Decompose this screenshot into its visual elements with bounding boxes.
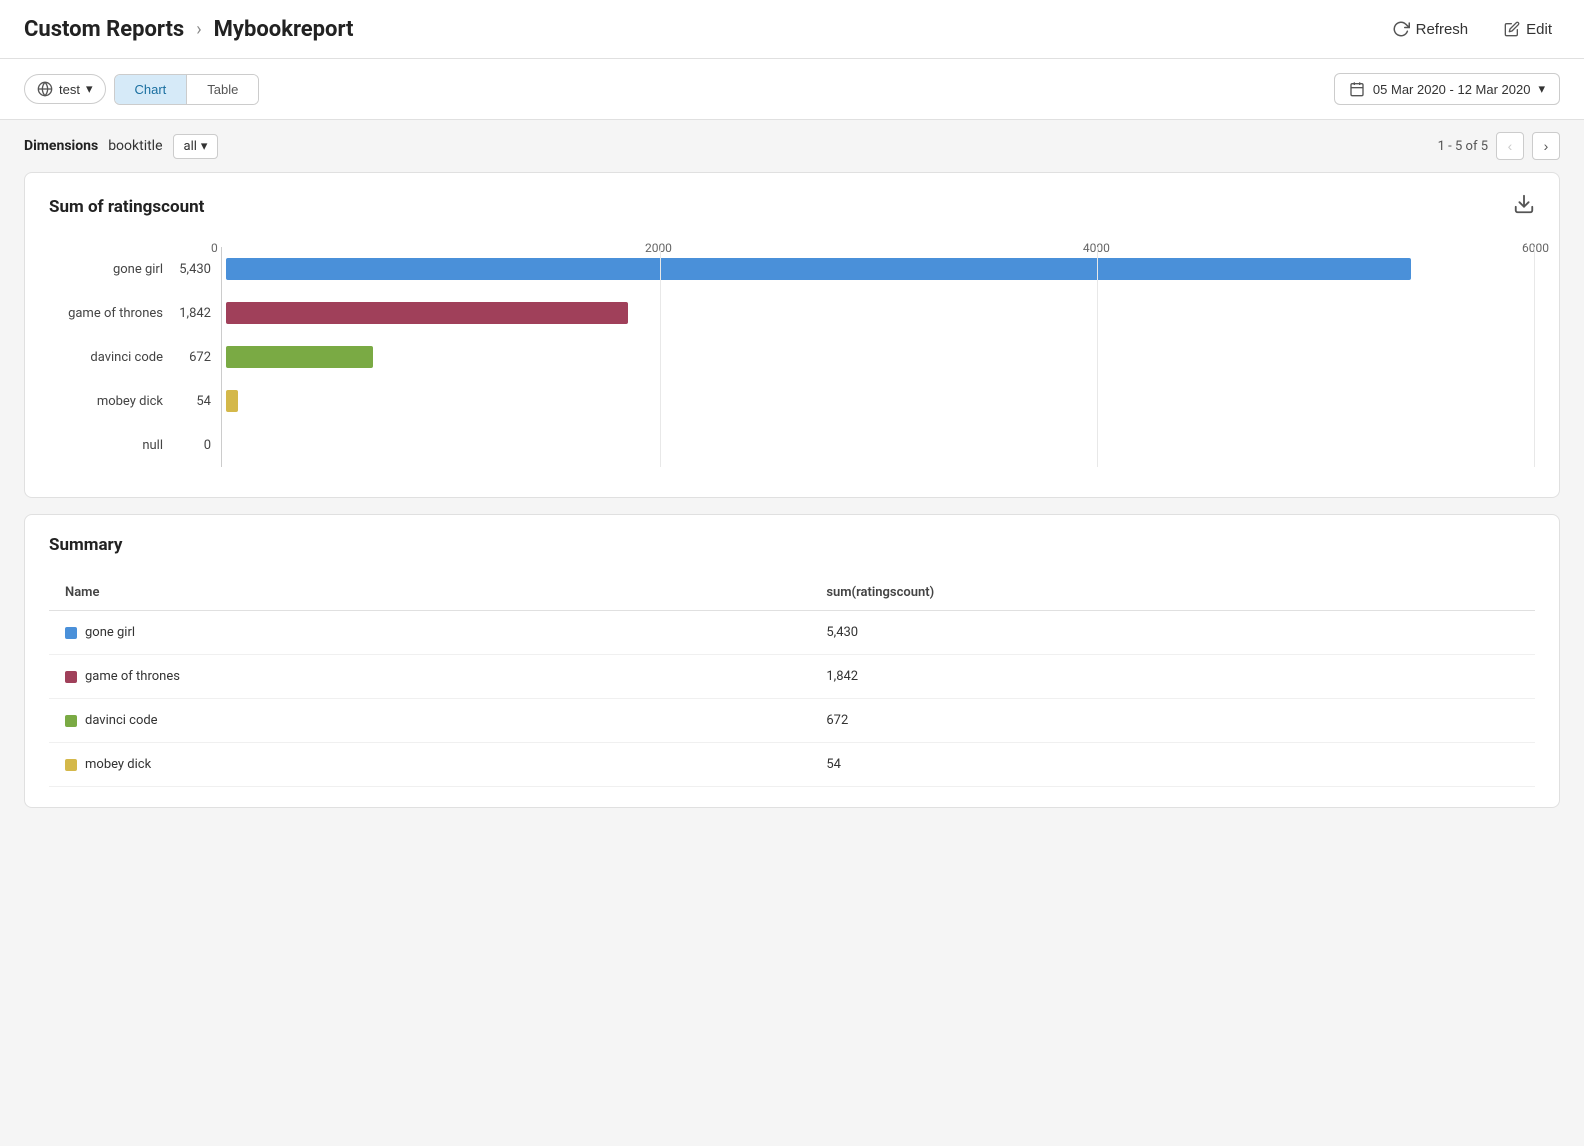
dimensions-field: booktitle xyxy=(108,138,162,154)
date-range-label: 05 Mar 2020 - 12 Mar 2020 xyxy=(1373,82,1531,97)
summary-name-cell: davinci code xyxy=(49,699,810,743)
summary-row: mobey dick 54 xyxy=(49,743,1535,787)
summary-row: davinci code 672 xyxy=(49,699,1535,743)
next-page-button[interactable]: › xyxy=(1532,132,1560,160)
date-range-selector[interactable]: 05 Mar 2020 - 12 Mar 2020 ▾ xyxy=(1334,73,1560,105)
chart-body: gone girl 5,430 game of thrones 1,842 da… xyxy=(49,247,1535,467)
chart-bars-area xyxy=(221,247,1535,467)
breadcrumb: Custom Reports › Mybookreport xyxy=(24,17,354,42)
summary-name-cell: gone girl xyxy=(49,611,810,655)
summary-value: 5,430 xyxy=(810,611,1535,655)
date-dropdown-arrow: ▾ xyxy=(1538,81,1545,97)
bar-row-3 xyxy=(222,379,1535,423)
summary-name-cell: mobey dick xyxy=(49,743,810,787)
summary-card: Summary Name sum(ratingscount) gone girl… xyxy=(24,514,1560,808)
chart-title: Sum of ratingscount xyxy=(49,197,204,217)
dimensions-label: Dimensions xyxy=(24,138,98,154)
breadcrumb-main[interactable]: Custom Reports xyxy=(24,17,184,42)
summary-name: game of thrones xyxy=(85,669,180,684)
summary-card-header: Summary xyxy=(49,535,1535,555)
bar-value-4: 0 xyxy=(169,438,221,453)
toolbar-left: test ▾ Chart Table xyxy=(24,74,259,105)
dimensions-bar: Dimensions booktitle all ▾ 1 - 5 of 5 ‹ … xyxy=(0,120,1584,172)
bar-label-3: mobey dick xyxy=(59,394,169,409)
summary-name: mobey dick xyxy=(85,757,151,772)
color-indicator xyxy=(65,671,77,683)
bar-value-3: 54 xyxy=(169,394,221,409)
summary-value: 672 xyxy=(810,699,1535,743)
summary-row: game of thrones 1,842 xyxy=(49,655,1535,699)
header-actions: Refresh Edit xyxy=(1384,16,1560,42)
color-indicator xyxy=(65,627,77,639)
breadcrumb-sub: Mybookreport xyxy=(214,17,354,42)
chart-container: 0 2000 4000 6000 gone girl 5,430 game of… xyxy=(49,241,1535,477)
pagination-label: 1 - 5 of 5 xyxy=(1438,139,1488,154)
summary-name: gone girl xyxy=(85,625,135,640)
bar-value-2: 672 xyxy=(169,350,221,365)
summary-row: gone girl 5,430 xyxy=(49,611,1535,655)
bar-0 xyxy=(226,258,1411,280)
bar-label-1: game of thrones xyxy=(59,306,169,321)
summary-title: Summary xyxy=(49,535,122,555)
grid-line-3 xyxy=(1534,247,1535,467)
summary-name: davinci code xyxy=(85,713,158,728)
dimensions-filter-arrow: ▾ xyxy=(201,139,208,154)
pagination: 1 - 5 of 5 ‹ › xyxy=(1438,132,1560,160)
color-indicator xyxy=(65,715,77,727)
bar-value-0: 5,430 xyxy=(169,262,221,277)
refresh-label: Refresh xyxy=(1416,21,1469,38)
toolbar: test ▾ Chart Table 05 Mar 2020 - 12 Mar … xyxy=(0,59,1584,120)
bar-label-0: gone girl xyxy=(59,262,169,277)
grid-line-2 xyxy=(1097,247,1098,467)
download-button[interactable] xyxy=(1513,193,1535,221)
chart-labels-col: gone girl 5,430 game of thrones 1,842 da… xyxy=(49,247,221,467)
bar-row-2 xyxy=(222,335,1535,379)
view-tabs: Chart Table xyxy=(114,74,260,105)
prev-page-button[interactable]: ‹ xyxy=(1496,132,1524,160)
dimensions-filter-value: all xyxy=(184,139,197,154)
summary-name-cell: game of thrones xyxy=(49,655,810,699)
summary-table: Name sum(ratingscount) gone girl 5,430 g… xyxy=(49,575,1535,787)
dimensions-left: Dimensions booktitle all ▾ xyxy=(24,134,218,159)
bar-1 xyxy=(226,302,628,324)
summary-value: 1,842 xyxy=(810,655,1535,699)
refresh-button[interactable]: Refresh xyxy=(1384,16,1477,42)
edit-icon xyxy=(1504,21,1520,37)
bar-label-2: davinci code xyxy=(59,350,169,365)
tab-table[interactable]: Table xyxy=(186,75,258,104)
env-label: test xyxy=(59,82,80,97)
env-dropdown-arrow: ▾ xyxy=(86,81,93,97)
edit-label: Edit xyxy=(1526,21,1552,38)
dimensions-filter[interactable]: all ▾ xyxy=(173,134,219,159)
chart-card: Sum of ratingscount 0 2000 4000 6000 xyxy=(24,172,1560,498)
bar-row-1 xyxy=(222,291,1535,335)
summary-value: 54 xyxy=(810,743,1535,787)
refresh-icon xyxy=(1392,20,1410,38)
globe-icon xyxy=(37,81,53,97)
tab-chart[interactable]: Chart xyxy=(115,75,187,104)
bar-row-4 xyxy=(222,423,1535,467)
color-indicator xyxy=(65,759,77,771)
bar-value-1: 1,842 xyxy=(169,306,221,321)
bar-2 xyxy=(226,346,373,368)
download-icon xyxy=(1513,193,1535,215)
bar-row-0 xyxy=(222,247,1535,291)
calendar-icon xyxy=(1349,81,1365,97)
bar-label-4: null xyxy=(59,438,169,453)
environment-selector[interactable]: test ▾ xyxy=(24,74,106,104)
grid-line-1 xyxy=(660,247,661,467)
header: Custom Reports › Mybookreport Refresh Ed… xyxy=(0,0,1584,59)
col-name-header: Name xyxy=(49,575,810,611)
col-value-header: sum(ratingscount) xyxy=(810,575,1535,611)
chart-card-header: Sum of ratingscount xyxy=(49,193,1535,221)
bar-3 xyxy=(226,390,238,412)
breadcrumb-chevron: › xyxy=(196,19,201,40)
edit-button[interactable]: Edit xyxy=(1496,17,1560,42)
